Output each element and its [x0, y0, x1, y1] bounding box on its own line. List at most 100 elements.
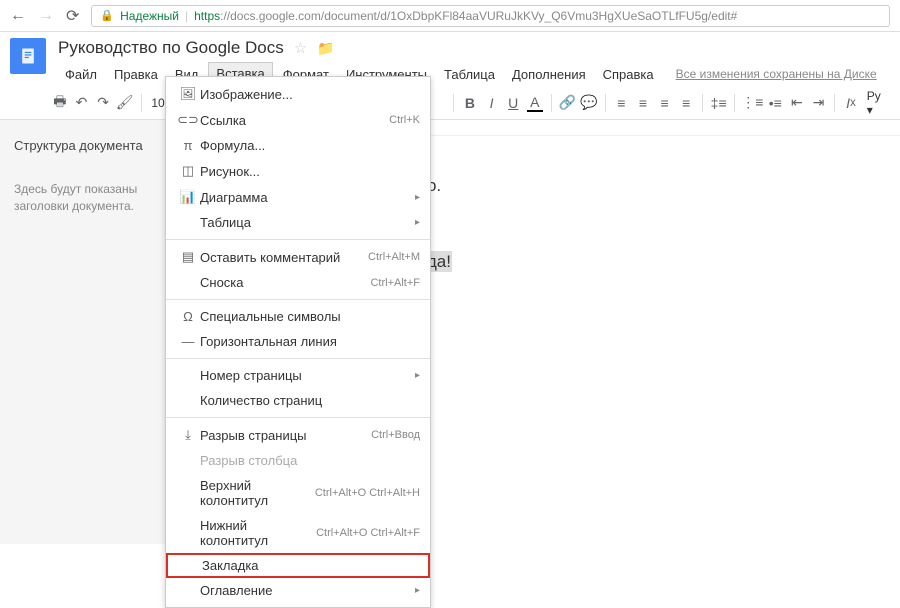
menu-item-изображение[interactable]: 🖼Изображение... — [166, 81, 430, 107]
align-justify-button[interactable]: ≡ — [676, 91, 696, 115]
bulleted-list-button[interactable]: •≡ — [765, 91, 785, 115]
menu-shortcut: Ctrl+Alt+M — [368, 251, 420, 263]
menu-separator — [166, 239, 430, 240]
menu-item-label: Оставить комментарий — [200, 250, 368, 265]
forward-button[interactable]: → — [38, 7, 54, 25]
menu-item-оставитькомментарий[interactable]: ▤Оставить комментарийCtrl+Alt+M — [166, 244, 430, 270]
menu-item-разрывстраницы[interactable]: ⤓Разрыв страницыCtrl+Ввод — [166, 422, 430, 448]
app-header: Руководство по Google Docs ☆ 📁 ФайлПравк… — [0, 32, 900, 86]
paint-format-button[interactable]: 🖌 — [115, 91, 135, 115]
menu-shortcut: Ctrl+Alt+F — [370, 277, 420, 289]
doc-title[interactable]: Руководство по Google Docs — [58, 38, 284, 58]
menu-item-нижнийколонтитул[interactable]: Нижний колонтитулCtrl+Alt+O Ctrl+Alt+F — [166, 513, 430, 553]
folder-icon[interactable]: 📁 — [317, 40, 334, 57]
menu-item-label: Горизонтальная линия — [200, 334, 420, 349]
menu-shortcut: Ctrl+Ввод — [371, 429, 420, 441]
menu-item-label: Диаграмма — [200, 190, 415, 205]
menu-item-закладка[interactable]: Закладка — [166, 553, 430, 578]
line-spacing-button[interactable]: ‡≡ — [709, 91, 729, 115]
lock-icon: 🔒 — [100, 9, 114, 22]
increase-indent-button[interactable]: ⇥ — [809, 91, 829, 115]
menu-item-количествостраниц[interactable]: Количество страниц — [166, 388, 430, 413]
changes-saved-link[interactable]: Все изменения сохранены на Диске — [676, 67, 877, 81]
menu-файл[interactable]: Файл — [58, 64, 104, 85]
comment-icon: ▤ — [176, 249, 200, 265]
menu-shortcut: Ctrl+Alt+O Ctrl+Alt+F — [316, 527, 420, 539]
menu-справка[interactable]: Справка — [596, 64, 661, 85]
menu-item-label: Специальные символы — [200, 309, 420, 324]
align-right-button[interactable]: ≡ — [655, 91, 675, 115]
browser-bar: ← → ⟳ 🔒 Надежный | https://docs.google.c… — [0, 0, 900, 32]
pi-icon: π — [176, 138, 200, 153]
menu-item-label: Нижний колонтитул — [200, 518, 316, 548]
back-button[interactable]: ← — [10, 7, 26, 25]
chevron-right-icon: ▸ — [415, 370, 420, 381]
chevron-right-icon: ▸ — [415, 585, 420, 596]
decrease-indent-button[interactable]: ⇤ — [787, 91, 807, 115]
menu-правка[interactable]: Правка — [107, 64, 165, 85]
menu-item-сноска[interactable]: СноскаCtrl+Alt+F — [166, 270, 430, 295]
undo-button[interactable]: ↶ — [72, 91, 92, 115]
url-text: https://docs.google.com/document/d/1OxDb… — [194, 9, 737, 23]
text-color-button[interactable]: A — [525, 91, 545, 115]
menu-item-таблица[interactable]: Таблица▸ — [166, 210, 430, 235]
url-bar[interactable]: 🔒 Надежный | https://docs.google.com/doc… — [91, 5, 890, 27]
menu-item-диаграмма[interactable]: 📊Диаграмма▸ — [166, 184, 430, 210]
italic-button[interactable]: I — [482, 91, 502, 115]
menu-item-label: Разрыв страницы — [200, 428, 371, 443]
menu-separator — [166, 299, 430, 300]
insert-link-button[interactable]: 🔗 — [557, 91, 577, 115]
menu-item-label: Ссылка — [200, 113, 389, 128]
numbered-list-button[interactable]: ⋮≡ — [741, 91, 763, 115]
chevron-right-icon: ▸ — [415, 217, 420, 228]
menu-item-label: Оглавление — [200, 583, 415, 598]
underline-button[interactable]: U — [503, 91, 523, 115]
menu-item-верхнийколонтитул[interactable]: Верхний колонтитулCtrl+Alt+O Ctrl+Alt+H — [166, 473, 430, 513]
chart-icon: 📊 — [176, 189, 200, 205]
insert-menu-dropdown: 🖼Изображение...⊂⊃СсылкаCtrl+KπФормула...… — [165, 76, 431, 608]
docs-logo[interactable] — [10, 38, 46, 74]
menu-item-label: Таблица — [200, 215, 415, 230]
menu-item-label: Изображение... — [200, 87, 420, 102]
menu-shortcut: Ctrl+Alt+O Ctrl+Alt+H — [315, 487, 420, 499]
align-center-button[interactable]: ≡ — [633, 91, 653, 115]
menu-item-label: Номер страницы — [200, 368, 415, 383]
link-icon: ⊂⊃ — [176, 112, 200, 128]
special-icon: Ω — [176, 309, 200, 324]
menu-separator — [166, 417, 430, 418]
menu-item-label: Верхний колонтитул — [200, 478, 315, 508]
menu-item-label: Рисунок... — [200, 164, 420, 179]
menu-shortcut: Ctrl+K — [389, 114, 420, 126]
insert-comment-button[interactable]: 💬 — [579, 91, 599, 115]
bold-button[interactable]: B — [460, 91, 480, 115]
hr-icon: — — [176, 334, 200, 349]
url-divider: | — [185, 9, 188, 23]
secure-label: Надежный — [120, 9, 179, 23]
menu-item-номерстраницы[interactable]: Номер страницы▸ — [166, 363, 430, 388]
menu-item-label: Формула... — [200, 138, 420, 153]
menu-separator — [166, 358, 430, 359]
menu-таблица[interactable]: Таблица — [437, 64, 502, 85]
drawing-icon: ◫ — [176, 163, 200, 179]
menu-item-label: Разрыв столбца — [200, 453, 420, 468]
star-icon[interactable]: ☆ — [294, 39, 307, 57]
reload-button[interactable]: ⟳ — [66, 6, 79, 26]
print-button[interactable]: 🖶 — [50, 91, 70, 115]
menu-дополнения[interactable]: Дополнения — [505, 64, 593, 85]
toolbar: 🖶 ↶ ↷ 🖌 100 B I U A 🔗 💬 ≡ ≡ ≡ ≡ ‡≡ ⋮≡ •≡… — [0, 86, 900, 120]
image-icon: 🖼 — [176, 86, 200, 102]
chevron-right-icon: ▸ — [415, 192, 420, 203]
input-tools-button[interactable]: Ру ▾ — [863, 89, 890, 117]
clear-format-button[interactable]: Ix — [841, 91, 861, 115]
menu-item-рисунок[interactable]: ◫Рисунок... — [166, 158, 430, 184]
menu-item-формула[interactable]: πФормула... — [166, 133, 430, 158]
menu-item-ссылка[interactable]: ⊂⊃СсылкаCtrl+K — [166, 107, 430, 133]
menu-item-label: Количество страниц — [200, 393, 420, 408]
menu-item-разрывстолбца: Разрыв столбца — [166, 448, 430, 473]
redo-button[interactable]: ↷ — [93, 91, 113, 115]
menu-item-оглавление[interactable]: Оглавление▸ — [166, 578, 430, 603]
menu-item-специальныесимволы[interactable]: ΩСпециальные символы — [166, 304, 430, 329]
menu-item-горизонтальнаялиния[interactable]: —Горизонтальная линия — [166, 329, 430, 354]
align-left-button[interactable]: ≡ — [612, 91, 632, 115]
menu-item-label: Закладка — [202, 558, 418, 573]
